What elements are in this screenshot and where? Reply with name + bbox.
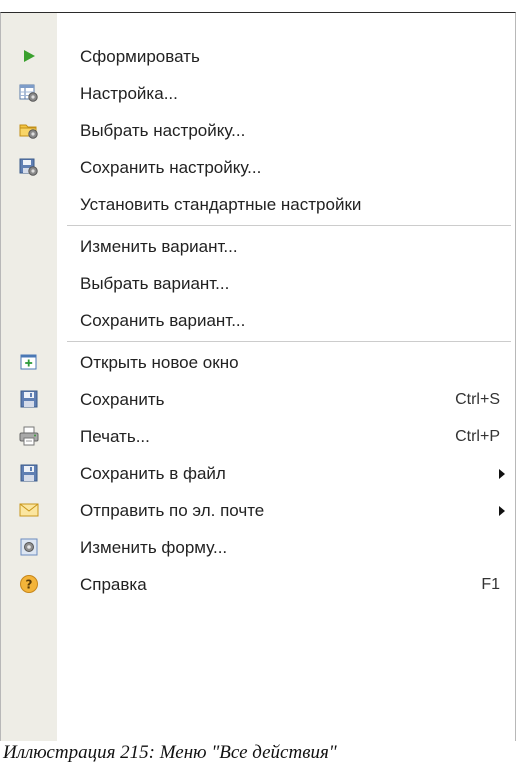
floppy-disk-icon bbox=[19, 389, 39, 409]
menu-item-vybrat-nastroyku[interactable]: Выбрать настройку... bbox=[1, 112, 515, 149]
save-gear-icon bbox=[19, 157, 39, 177]
all-actions-menu: Сформировать Настройка... Выбрать настройк… bbox=[0, 12, 516, 741]
menu-item-nastroyka[interactable]: Настройка... bbox=[1, 75, 515, 112]
form-gear-icon bbox=[19, 537, 39, 557]
submenu-arrow-icon bbox=[499, 506, 505, 516]
menu-item-otkryt-novoe-okno[interactable]: Открыть новое окно bbox=[1, 344, 515, 381]
menu-item-label: Сформировать bbox=[80, 47, 200, 66]
settings-table-icon bbox=[19, 83, 39, 103]
menu-item-label: Выбрать настройку... bbox=[80, 121, 246, 140]
help-icon: ? bbox=[19, 574, 39, 594]
folder-gear-icon bbox=[19, 120, 39, 140]
menu-item-pechat[interactable]: Печать... Ctrl+P bbox=[1, 418, 515, 455]
menu-item-label: Выбрать вариант... bbox=[80, 274, 230, 293]
menu-item-sohranit-nastroyku[interactable]: Сохранить настройку... bbox=[1, 149, 515, 186]
menu-item-sohranit-v-fayl[interactable]: Сохранить в файл bbox=[1, 455, 515, 492]
svg-text:?: ? bbox=[26, 578, 33, 592]
menu-item-label: Настройка... bbox=[80, 84, 178, 103]
menu-items: Сформировать Настройка... Выбрать настройк… bbox=[1, 38, 515, 603]
menu-item-izmenit-formu[interactable]: Изменить форму... bbox=[1, 529, 515, 566]
floppy-disk-icon bbox=[19, 463, 39, 483]
menu-item-label: Сохранить bbox=[80, 390, 165, 409]
menu-item-spravka[interactable]: ? Справка F1 bbox=[1, 566, 515, 603]
menu-item-sohranit[interactable]: Сохранить Ctrl+S bbox=[1, 381, 515, 418]
menu-item-shortcut: F1 bbox=[481, 576, 500, 593]
menu-item-label: Сохранить в файл bbox=[80, 464, 226, 483]
menu-item-label: Справка bbox=[80, 575, 147, 594]
menu-item-label: Сохранить настройку... bbox=[80, 158, 262, 177]
menu-item-label: Сохранить вариант... bbox=[80, 311, 246, 330]
menu-item-ustanovit-standartnye-nastroyki[interactable]: Установить стандартные настройки bbox=[1, 186, 515, 223]
new-window-icon bbox=[19, 352, 39, 372]
menu-item-sformirovat[interactable]: Сформировать bbox=[1, 38, 515, 75]
menu-item-sohranit-variant[interactable]: Сохранить вариант... bbox=[1, 302, 515, 339]
envelope-icon bbox=[19, 500, 39, 520]
menu-item-label: Отправить по эл. почте bbox=[80, 501, 265, 520]
menu-item-label: Изменить форму... bbox=[80, 538, 228, 557]
menu-item-shortcut: Ctrl+P bbox=[455, 428, 500, 445]
menu-item-vybrat-variant[interactable]: Выбрать вариант... bbox=[1, 265, 515, 302]
menu-item-otpravit-po-el-pochte[interactable]: Отправить по эл. почте bbox=[1, 492, 515, 529]
submenu-arrow-icon bbox=[499, 469, 505, 479]
menu-item-izmenit-variant[interactable]: Изменить вариант... bbox=[1, 228, 515, 265]
menu-item-label: Установить стандартные настройки bbox=[80, 195, 362, 214]
play-icon bbox=[19, 46, 39, 66]
menu-item-label: Печать... bbox=[80, 427, 150, 446]
printer-icon bbox=[19, 426, 39, 446]
menu-item-label: Открыть новое окно bbox=[80, 353, 239, 372]
menu-item-label: Изменить вариант... bbox=[80, 237, 238, 256]
figure-caption: Иллюстрация 215: Меню "Все действия" bbox=[3, 742, 337, 763]
menu-item-shortcut: Ctrl+S bbox=[455, 391, 500, 408]
